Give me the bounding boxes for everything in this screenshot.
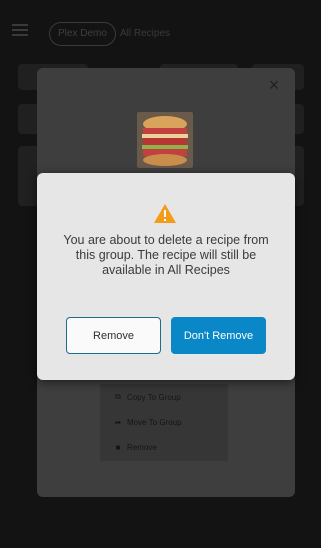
menu-item-copy-to-group[interactable]: ⧉ Copy To Group <box>114 390 181 404</box>
menu-item-label: Remove <box>127 442 157 452</box>
recipe-image <box>137 112 193 168</box>
dialog-message: You are about to delete a recipe from th… <box>63 233 269 277</box>
warning-icon <box>154 204 176 223</box>
top-bar: Plex Demo All Recipes <box>0 0 321 62</box>
close-icon[interactable]: × <box>265 76 283 94</box>
remove-button[interactable]: Remove <box>66 317 161 354</box>
confirm-dialog: You are about to delete a recipe from th… <box>37 173 295 380</box>
context-menu: ⧉ Copy To Group ➦ Move To Group ■ Remove <box>100 384 228 461</box>
dont-remove-button[interactable]: Don't Remove <box>171 317 266 354</box>
trash-icon: ■ <box>115 442 121 452</box>
menu-item-move-to-group[interactable]: ➦ Move To Group <box>114 415 182 429</box>
menu-item-label: Move To Group <box>127 417 182 427</box>
workspace-pill[interactable]: Plex Demo <box>49 22 116 46</box>
menu-item-label: Copy To Group <box>127 392 181 402</box>
move-icon: ➦ <box>114 417 122 427</box>
breadcrumb[interactable]: All Recipes <box>120 28 170 39</box>
menu-item-remove[interactable]: ■ Remove <box>114 440 157 454</box>
hamburger-icon[interactable] <box>12 24 28 36</box>
copy-icon: ⧉ <box>115 392 121 401</box>
